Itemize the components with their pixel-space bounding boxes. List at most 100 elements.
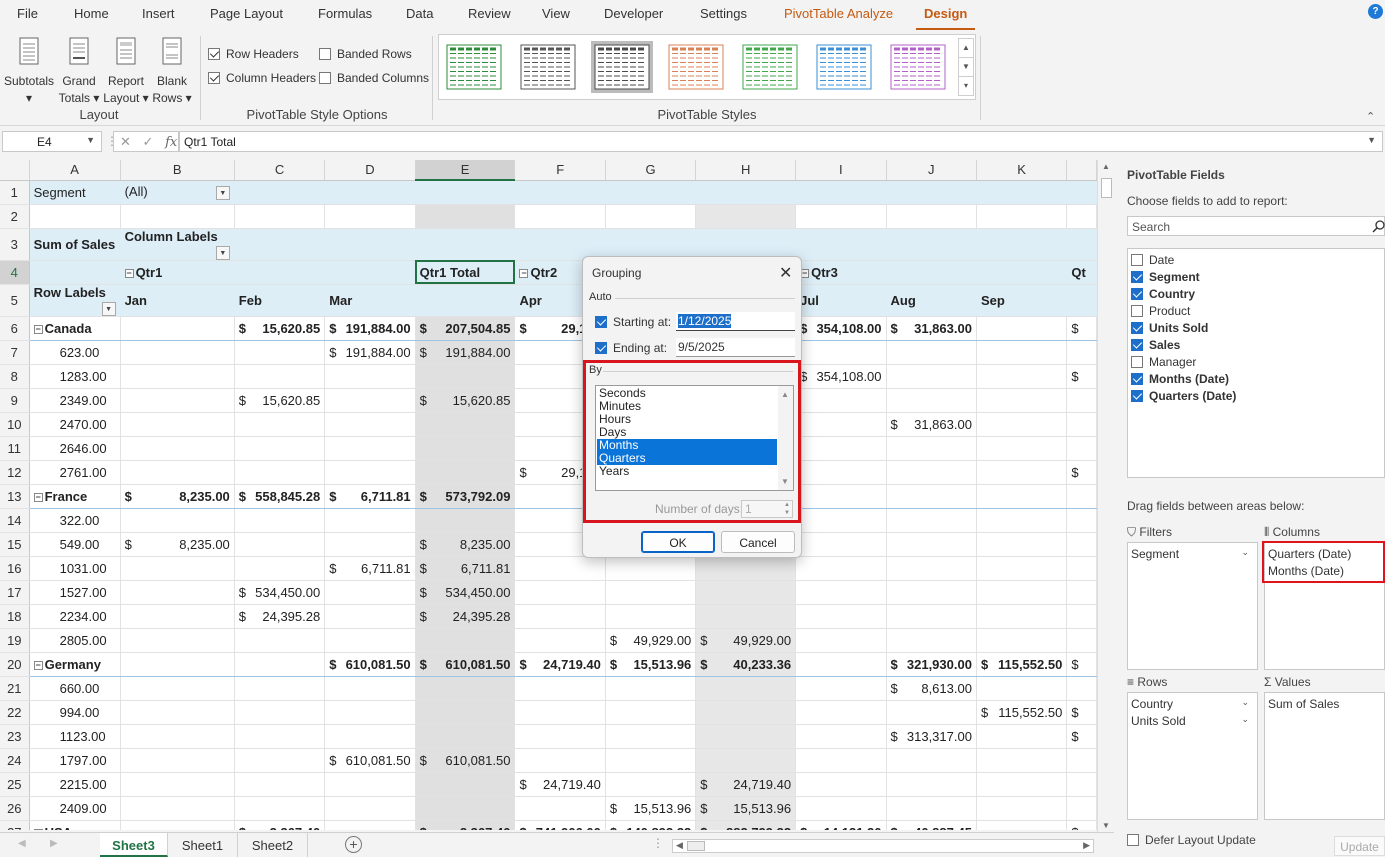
cell[interactable] [886,796,977,821]
cell[interactable] [976,772,1068,797]
cell[interactable] [695,604,797,629]
cell[interactable] [234,260,326,285]
row-header[interactable]: 10 [0,412,30,437]
cell[interactable]: 549.00 [29,532,121,557]
field-checkbox-icon[interactable] [1131,271,1143,283]
cell[interactable]: $191,884.00 [415,340,516,365]
cell[interactable] [1066,484,1097,509]
row-header[interactable]: 3 [0,228,30,261]
cell[interactable] [886,628,977,653]
pivot-style-option[interactable] [517,41,579,93]
cell[interactable]: $31,863.00 [886,412,977,437]
cell[interactable]: 1797.00 [29,748,121,773]
cell[interactable]: $610,081.50 [324,652,416,677]
cell[interactable]: $191,884.00 [324,340,416,365]
cell[interactable] [976,228,1068,261]
column-header-l[interactable] [1066,160,1097,181]
cell[interactable]: Sep [976,284,1068,317]
field-item[interactable]: Months (Date) [1131,372,1229,386]
blank-rows-button[interactable]: Blank Rows ▾ [150,36,194,107]
cell[interactable] [795,724,887,749]
grand-totals-button[interactable]: Grand Totals ▾ [56,36,102,107]
cell[interactable] [120,412,235,437]
cell[interactable]: $40,233.36 [695,652,797,677]
cell[interactable]: $24,719.40 [695,772,797,797]
pivot-style-option[interactable] [665,41,727,93]
select-all-corner[interactable] [0,160,30,181]
cell[interactable] [886,604,977,629]
cell[interactable] [695,748,797,773]
cell[interactable]: $8,235.00 [120,532,235,557]
cell[interactable]: − France [29,484,121,509]
cell[interactable] [415,180,516,205]
row-header[interactable]: 23 [0,724,30,749]
cell[interactable] [886,228,977,261]
cell[interactable] [795,532,887,557]
cell[interactable] [976,340,1068,365]
row-header[interactable]: 25 [0,772,30,797]
prev-sheet-icon[interactable]: ◀ [18,838,26,849]
cell[interactable] [415,700,516,725]
cell[interactable]: $207,504.85 [415,316,516,341]
cell[interactable] [324,700,416,725]
cell[interactable] [605,772,697,797]
cell[interactable]: Feb [234,284,326,317]
gallery-more-icon[interactable]: ▾ [958,76,974,96]
collapse-icon[interactable]: − [33,492,43,502]
cell[interactable] [514,676,606,701]
cell[interactable] [415,724,516,749]
row-header[interactable]: 21 [0,676,30,701]
cell[interactable]: $ [1066,316,1097,341]
cell[interactable] [886,484,977,509]
cell[interactable] [976,676,1068,701]
cell[interactable] [1066,412,1097,437]
cell[interactable]: $ [1066,700,1097,725]
name-box-dropdown-icon[interactable]: ▼ [86,135,95,145]
cell[interactable] [234,556,326,581]
rows-area[interactable]: Country ⌄ Units Sold ⌄ [1127,692,1258,820]
cell[interactable] [324,364,416,389]
cell[interactable] [324,724,416,749]
cell[interactable]: $6,711.81 [415,556,516,581]
cell[interactable] [324,460,416,485]
collapse-icon[interactable]: − [33,828,43,830]
cell[interactable] [976,460,1068,485]
row-header[interactable]: 11 [0,436,30,461]
scroll-up-icon[interactable]: ▲ [781,390,789,399]
cell[interactable] [795,556,887,581]
cell[interactable] [695,580,797,605]
cell[interactable]: $354,108.00 [795,364,887,389]
cell[interactable]: $15,513.96 [605,796,697,821]
collapse-icon[interactable]: − [33,660,43,670]
cell[interactable] [976,580,1068,605]
row-header[interactable]: 17 [0,580,30,605]
menu-developer[interactable]: Developer [602,6,665,21]
cell[interactable] [976,484,1068,509]
column-header-e[interactable]: E [415,160,516,181]
cell[interactable] [976,628,1068,653]
cell[interactable] [795,180,887,205]
gallery-scroll-up-icon[interactable]: ▲ [958,38,974,58]
cell[interactable] [605,700,697,725]
scroll-right-icon[interactable]: ▶ [1083,840,1090,851]
gallery-scroll-down-icon[interactable]: ▼ [958,57,974,77]
cell[interactable]: 660.00 [29,676,121,701]
cell[interactable] [976,724,1068,749]
cell[interactable]: $313,317.00 [886,724,977,749]
cell[interactable] [324,532,416,557]
chevron-down-icon[interactable]: ⌄ [1241,547,1249,558]
field-item[interactable]: Quarters (Date) [1131,389,1236,403]
row-header[interactable]: 7 [0,340,30,365]
field-checkbox-icon[interactable] [1131,373,1143,385]
expand-formula-icon[interactable]: ▼ [1367,135,1376,145]
cell[interactable]: 2215.00 [29,772,121,797]
cell[interactable]: $2,367.40 [234,820,326,830]
row-header[interactable]: 18 [0,604,30,629]
cell[interactable] [120,748,235,773]
column-header-b[interactable]: B [120,160,235,181]
cell[interactable] [120,796,235,821]
cell[interactable] [1066,436,1097,461]
cell[interactable] [605,180,697,205]
collapse-icon[interactable]: − [124,268,134,278]
cell[interactable] [120,556,235,581]
